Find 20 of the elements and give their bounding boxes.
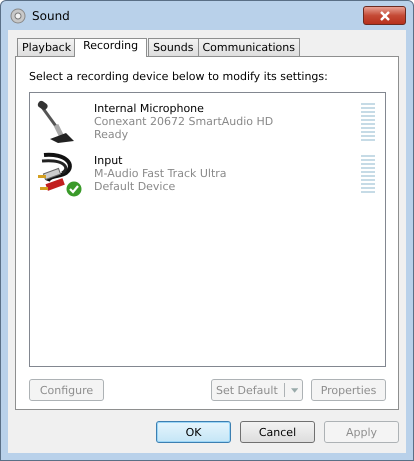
tab[interactable]: Sounds	[148, 38, 198, 57]
window-title: Sound	[32, 8, 71, 22]
device-driver: Conexant 20672 SmartAudio HD	[94, 114, 274, 128]
level-meter	[361, 102, 375, 141]
button[interactable]: Cancel	[240, 421, 315, 443]
level-meter	[361, 154, 375, 193]
device-row[interactable]: Input M-Audio Fast Track Ultra Default Device	[36, 150, 375, 199]
device-name: Internal Microphone	[94, 102, 205, 115]
tab[interactable]: Recording	[74, 38, 148, 57]
device-status: Ready	[94, 128, 130, 141]
device-status: Default Device	[94, 180, 176, 193]
device-driver: M-Audio Fast Track Ultra	[94, 166, 228, 180]
close-icon	[378, 10, 390, 20]
tab[interactable]: Communications	[198, 38, 300, 57]
close-button[interactable]	[363, 6, 406, 25]
tab[interactable]: Playback	[17, 38, 76, 57]
instruction-text: Select a recording device below to modify its settings:	[29, 70, 329, 85]
device-row[interactable]: Internal Microphone Conexant 20672 SmartAudio HD Ready	[36, 98, 375, 147]
device-name: Input	[94, 154, 124, 167]
button[interactable]: OK	[156, 421, 231, 443]
